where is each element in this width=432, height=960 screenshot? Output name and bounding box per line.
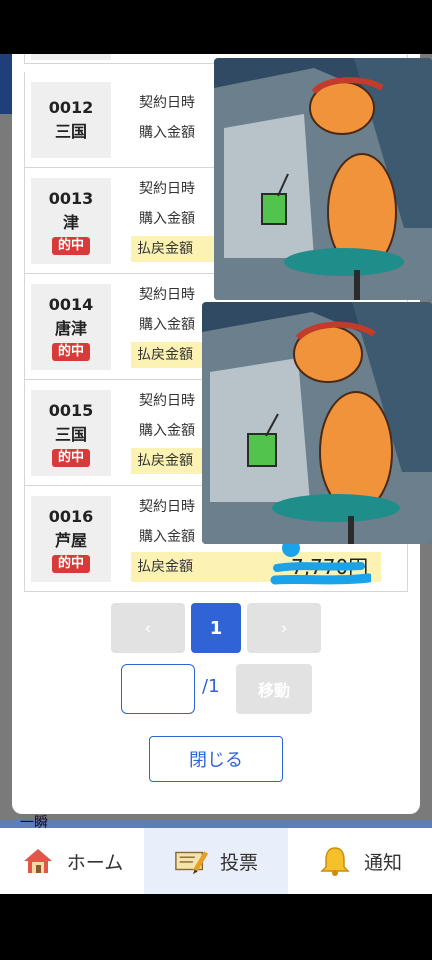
ticket-number: 0016 <box>48 507 94 526</box>
nav-item-vote[interactable]: 投票 <box>144 828 288 894</box>
background-divider <box>0 820 432 828</box>
number-box: 0016 芦屋 的中 <box>31 496 111 582</box>
nav-item-home[interactable]: ホーム <box>0 828 144 894</box>
character-sticker-image <box>202 302 432 544</box>
current-page-button[interactable]: 1 <box>191 603 241 653</box>
nav-item-notification[interactable]: 通知 <box>288 828 432 894</box>
hit-badge: 的中 <box>51 237 90 255</box>
hit-badge: 的中 <box>51 555 90 573</box>
nav-item-vote-label: 投票 <box>219 851 258 874</box>
page-number-input[interactable] <box>121 664 195 714</box>
contract-datetime-label: 契約日時 <box>139 499 195 515</box>
ticket-number: 0012 <box>48 98 94 117</box>
number-box <box>31 54 111 60</box>
character-sticker-image <box>214 58 432 300</box>
app-screen: 一瞬 0012 三国 契約日時 購入金額 0013 津 的中 契約日時 購入金額… <box>0 0 432 960</box>
page-total-label: /1 <box>202 676 220 697</box>
bottom-navigation: ホーム 投票 通知 <box>0 828 432 894</box>
redaction-scribble <box>270 539 371 585</box>
home-icon <box>21 844 55 878</box>
hit-badge: 的中 <box>51 449 90 467</box>
contract-datetime-label: 契約日時 <box>139 95 195 111</box>
number-box: 0015 三国 的中 <box>31 390 111 476</box>
ticket-pencil-icon <box>174 844 208 878</box>
next-page-button[interactable]: › <box>247 603 321 653</box>
purchase-amount-label: 購入金額 <box>139 529 195 545</box>
close-button[interactable]: 閉じる <box>149 736 283 782</box>
hit-badge: 的中 <box>51 343 90 361</box>
contract-datetime-label: 契約日時 <box>139 181 195 197</box>
nav-item-notification-label: 通知 <box>363 851 402 874</box>
contract-datetime-label: 契約日時 <box>139 393 195 409</box>
venue-name: 津 <box>62 213 79 232</box>
number-box: 0014 唐津 的中 <box>31 284 111 370</box>
nav-item-home-label: ホーム <box>66 851 124 874</box>
background-header-stripe <box>0 54 12 114</box>
ticket-number: 0015 <box>48 401 94 420</box>
payout-amount-label-text: 払戻金額 <box>137 559 193 575</box>
move-page-button[interactable]: 移動 <box>236 664 312 714</box>
number-box: 0012 三国 <box>31 82 111 158</box>
bell-icon <box>318 844 352 878</box>
purchase-amount-label: 購入金額 <box>139 317 195 333</box>
contract-datetime-label: 契約日時 <box>139 287 195 303</box>
venue-name: 三国 <box>54 122 87 141</box>
prev-page-button[interactable]: ‹ <box>111 603 185 653</box>
ticket-number: 0013 <box>48 189 94 208</box>
purchase-amount-label: 購入金額 <box>139 423 195 439</box>
purchase-amount-label: 購入金額 <box>139 125 195 141</box>
venue-name: 三国 <box>54 425 87 444</box>
purchase-amount-label: 購入金額 <box>139 211 195 227</box>
venue-name: 唐津 <box>54 319 87 338</box>
venue-name: 芦屋 <box>54 531 87 550</box>
number-box: 0013 津 的中 <box>31 178 111 264</box>
ticket-number: 0014 <box>48 295 94 314</box>
